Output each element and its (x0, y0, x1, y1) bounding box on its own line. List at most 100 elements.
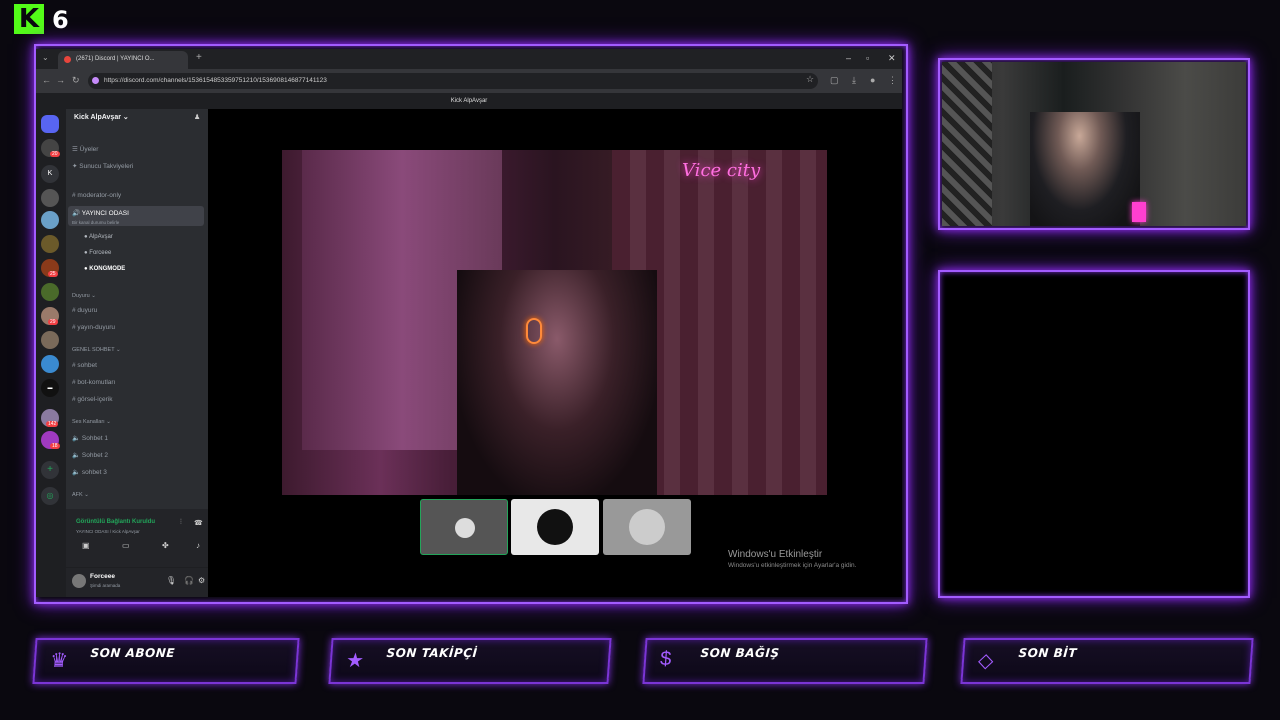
forward-icon[interactable]: → (56, 75, 65, 85)
server-badge: 25 (48, 271, 58, 277)
window-title-text: Kick AlpAvşar (450, 98, 488, 104)
server-icon[interactable] (41, 331, 59, 349)
panel-label: SON TAKİPÇİ (386, 646, 478, 660)
server-k-icon[interactable]: K (41, 165, 59, 183)
bookmark-star-icon[interactable]: ☆ (806, 74, 814, 85)
wall-art (942, 62, 992, 226)
channel-yayin-duyuru[interactable]: # yayın-duyuru (72, 324, 115, 331)
tab-list-icon[interactable]: ⌄ (42, 53, 49, 62)
screen-share-icon[interactable]: ▭ (122, 541, 130, 550)
server-icon[interactable] (41, 235, 59, 253)
crown-icon: ♛ (49, 650, 69, 672)
camera-icon[interactable]: ▣ (82, 541, 90, 550)
category-genel-sohbet[interactable]: GENEL SOHBET ⌄ (72, 347, 121, 353)
back-icon[interactable]: ← (42, 75, 51, 85)
tab-title: (2671) Discord | YAYINCI O... (76, 56, 155, 62)
channel-moderator-only[interactable]: # moderator-only (72, 192, 121, 199)
download-icon[interactable]: ⤓ (852, 75, 856, 86)
browser-tab[interactable]: (2671) Discord | YAYINCI O... (58, 51, 188, 69)
server-icon[interactable] (41, 283, 59, 301)
panel-label: SON BAĞIŞ (700, 646, 781, 660)
channel-yayinci-odasi[interactable]: 🔊 YAYINCI ODASI Bir kanal durumu belirle (68, 206, 204, 226)
main-video[interactable]: Vice city (282, 150, 827, 495)
windows-activation-sub: Windows'u etkinleştirmek için Ayarlar'a … (728, 562, 857, 569)
channel-boosts[interactable]: ✦ Sunucu Takviyeleri (72, 162, 133, 170)
url-input[interactable]: https://discord.com/channels/15361548533… (88, 73, 818, 89)
panel-label: SON ABONE (90, 646, 176, 660)
category-afk[interactable]: AFK ⌄ (72, 492, 89, 498)
add-server-icon[interactable]: + (41, 461, 59, 479)
channel-sohbet[interactable]: # sohbet (72, 362, 97, 369)
voice-user[interactable]: ● KONGMODE (84, 266, 125, 272)
maximize-icon[interactable]: ▫ (866, 53, 869, 63)
participant-thumbnail[interactable] (420, 499, 508, 555)
channel-sohbet-2[interactable]: 🔈 Sohbet 2 (72, 451, 108, 459)
microphone-icon[interactable]: 🎙 (166, 576, 176, 585)
dollar-icon: $ (659, 648, 673, 670)
participant-thumbnail[interactable] (511, 499, 599, 555)
panel-label: SON BİT (1018, 646, 1078, 660)
channel-duyuru[interactable]: # duyuru (72, 307, 97, 314)
channel-sohbet-1[interactable]: 🔈 Sohbet 1 (72, 434, 108, 442)
server-badge: 142 (46, 421, 59, 427)
voice-user[interactable]: ● AlpAvşar (84, 234, 113, 240)
disconnect-icon[interactable]: ☎ (194, 519, 203, 527)
discord-home-icon[interactable] (41, 115, 59, 133)
server-icon[interactable]: ▬ (41, 379, 59, 397)
kick-logo: K 6 (14, 4, 74, 36)
cat-avatar (629, 509, 665, 545)
username[interactable]: Forceee (90, 573, 115, 580)
neon-sign: Vice city (682, 160, 761, 181)
browser-window: ⌄ (2671) Discord | YAYINCI O... + – ▫ ✕ … (36, 49, 902, 597)
close-icon[interactable]: ✕ (888, 53, 896, 64)
new-tab-icon[interactable]: + (196, 52, 202, 63)
channel-status[interactable]: Bir kanal durumu belirle (72, 220, 204, 225)
participant-thumbnail[interactable] (603, 499, 691, 555)
server-badge: 20 (50, 151, 60, 157)
category-ses-kanallari[interactable]: Ses Kanalları ⌄ (72, 419, 111, 425)
panel-son-bit: ◇ SON BİT (960, 638, 1254, 684)
server-icon[interactable] (41, 355, 59, 373)
streamer-video (457, 270, 657, 495)
noise-suppression-icon[interactable]: ⫶ (180, 519, 182, 527)
avatar[interactable] (72, 574, 86, 588)
tab-bar: ⌄ (2671) Discord | YAYINCI O... + – ▫ ✕ (36, 49, 902, 69)
settings-gear-icon[interactable]: ⚙ (198, 576, 205, 585)
server-icon[interactable] (41, 189, 59, 207)
kick-logo-letter: K (14, 4, 44, 34)
extensions-icon[interactable]: ▢ (830, 75, 839, 86)
server-badge: 29 (48, 319, 58, 325)
window-title: Kick AlpAvşar (36, 93, 902, 109)
voice-user[interactable]: ● Forceee (84, 250, 111, 256)
video-stage: Vice city Windows'u Etkinleştir Windows'… (208, 109, 902, 597)
voice-status-panel: Görüntülü Bağlantı Kuruldu YAYINCI ODASI… (66, 509, 208, 569)
url-text: https://discord.com/channels/15361548533… (104, 77, 327, 84)
rgb-device (1132, 202, 1146, 222)
minimize-icon[interactable]: – (846, 53, 851, 63)
channel-gorsel-icerik[interactable]: # görsel-içerik (72, 396, 112, 403)
discover-icon[interactable]: ◎ (41, 487, 59, 505)
activities-icon[interactable]: ✤ (162, 541, 169, 550)
webcam-video (942, 62, 1246, 226)
headphone-light (526, 318, 542, 344)
voice-connected-label[interactable]: Görüntülü Bağlantı Kuruldu (76, 519, 155, 525)
channel-bot-komutlari[interactable]: # bot-komutları (72, 379, 115, 386)
headphones-icon[interactable]: 🎧 (184, 576, 194, 585)
discord-favicon-icon (64, 56, 71, 63)
panel-son-takipci: ★ SON TAKİPÇİ (328, 638, 612, 684)
reload-icon[interactable]: ↻ (72, 75, 80, 86)
soundboard-icon[interactable]: ♪ (196, 541, 200, 550)
panel-son-abone: ♛ SON ABONE (32, 638, 300, 684)
channel-sohbet-3[interactable]: 🔈 sohbet 3 (72, 468, 107, 476)
server-badge: 18 (50, 443, 60, 449)
category-duyuru[interactable]: Duyuru ⌄ (72, 293, 96, 299)
server-name[interactable]: Kick AlpAvşar ⌄ (74, 113, 129, 121)
webcam-person (1030, 112, 1140, 226)
profile-icon[interactable]: ● (870, 75, 875, 85)
server-icon[interactable] (41, 211, 59, 229)
channel-members[interactable]: ☰ Üyeler (72, 145, 98, 153)
voice-connected-sub[interactable]: YAYINCI ODASI / Kick AlpAvşar (76, 529, 140, 534)
invite-icon[interactable]: ♟ (194, 113, 200, 121)
site-info-icon[interactable] (92, 77, 99, 84)
menu-icon[interactable]: ⋮ (888, 75, 897, 86)
